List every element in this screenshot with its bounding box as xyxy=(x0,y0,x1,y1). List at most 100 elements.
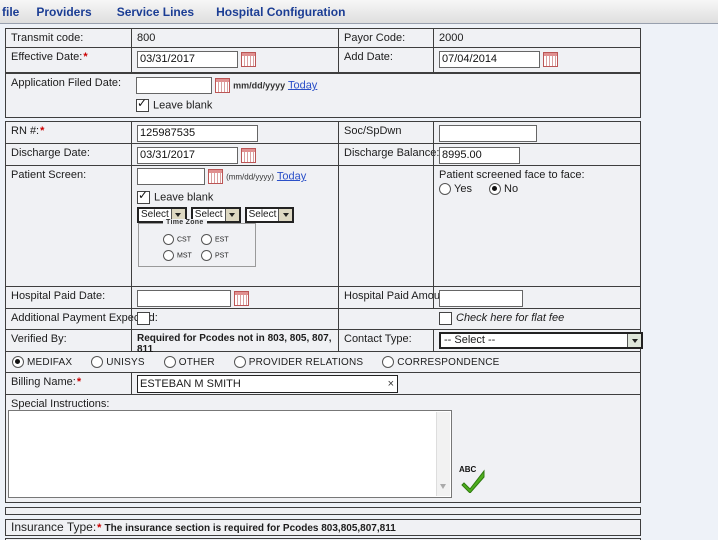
payor-code-value: 2000 xyxy=(433,29,640,47)
patient-screen-date-input[interactable] xyxy=(137,168,205,185)
flat-fee-label: Check here for flat fee xyxy=(456,312,564,324)
payor-code-label: Payor Code: xyxy=(338,29,433,47)
textarea-scrollbar[interactable] xyxy=(436,412,450,496)
contact-type-select[interactable]: -- Select -- xyxy=(439,332,643,349)
date-format-hint: (mm/dd/yyyy) xyxy=(226,172,274,181)
menu-providers[interactable]: Providers xyxy=(36,5,91,19)
source-option-correspondence[interactable]: CORRESPONDENCE xyxy=(382,356,499,368)
application-filed-date-input[interactable] xyxy=(136,77,212,94)
effective-date-input[interactable]: 03/31/2017 xyxy=(137,51,238,68)
soc-spdwn-input[interactable] xyxy=(439,125,537,142)
hospital-paid-row: Hospital Paid Date: Hospital Paid Amount… xyxy=(6,287,640,309)
required-marker: * xyxy=(40,125,44,137)
spacer-band xyxy=(5,507,641,515)
menu-file[interactable]: file xyxy=(2,5,19,19)
empty-cell xyxy=(338,166,433,286)
time-zone-fieldset: Time Zone CST EST MST PST xyxy=(138,223,256,267)
chevron-down-icon xyxy=(278,209,292,221)
radio-icon[interactable] xyxy=(91,356,103,368)
billing-name-input[interactable]: ESTEBAN M SMITH × xyxy=(137,375,398,393)
timezone-option-mst[interactable]: MST xyxy=(163,250,192,261)
timezone-option-est[interactable]: EST xyxy=(201,234,229,245)
chevron-down-icon xyxy=(627,334,641,347)
verified-by-note: Required for Pcodes not in 803, 805, 807… xyxy=(131,330,338,351)
required-marker: * xyxy=(77,376,81,388)
spellcheck-icon[interactable]: ABC xyxy=(459,465,489,497)
source-option-medifax[interactable]: MEDIFAX xyxy=(12,356,72,368)
rn-label: RN #:* xyxy=(6,122,131,143)
menu-service-lines[interactable]: Service Lines xyxy=(117,5,194,19)
radio-icon[interactable] xyxy=(439,183,451,195)
additional-payment-checkbox[interactable] xyxy=(137,312,150,325)
special-instructions-label: Special Instructions: xyxy=(11,398,109,410)
required-marker: * xyxy=(83,51,87,63)
calendar-icon[interactable] xyxy=(234,291,249,306)
flat-fee-option: Check here for flat fee xyxy=(439,312,564,324)
rn-row: RN #:* 125987535 Soc/SpDwn xyxy=(6,122,640,144)
leave-blank-checkbox[interactable]: ✓ xyxy=(136,99,149,112)
effective-date-label: Effective Date:* xyxy=(6,48,131,72)
hospital-paid-date-input[interactable] xyxy=(137,290,231,307)
menu-bar: file Providers Service Lines Hospital Co… xyxy=(0,0,718,24)
billing-name-row: Billing Name:* ESTEBAN M SMITH × xyxy=(6,373,640,395)
source-option-unisys[interactable]: UNISYS xyxy=(91,356,144,368)
clear-input-icon[interactable]: × xyxy=(387,378,395,390)
timezone-option-pst[interactable]: PST xyxy=(201,250,229,261)
add-date-input[interactable]: 07/04/2014 xyxy=(439,51,540,68)
calendar-icon[interactable] xyxy=(241,148,256,163)
calendar-icon[interactable] xyxy=(241,52,256,67)
radio-icon[interactable] xyxy=(12,356,24,368)
soc-spdwn-label: Soc/SpDwn xyxy=(338,122,433,143)
verified-by-row: Verified By: Required for Pcodes not in … xyxy=(6,330,640,352)
radio-icon[interactable] xyxy=(201,234,212,245)
codes-dates-section: Transmit code: 800 Payor Code: 2000 Effe… xyxy=(5,28,641,73)
radio-icon[interactable] xyxy=(382,356,394,368)
radio-icon[interactable] xyxy=(163,234,174,245)
insurance-type-label: Insurance Type: xyxy=(11,520,96,534)
date-format-hint: mm/dd/yyyy xyxy=(233,80,285,90)
screened-option-no[interactable]: No xyxy=(489,183,518,195)
timezone-option-cst[interactable]: CST xyxy=(163,234,191,245)
calendar-icon[interactable] xyxy=(543,52,558,67)
additional-payment-row: Additional Payment Expected: Check here … xyxy=(6,309,640,330)
radio-icon[interactable] xyxy=(234,356,246,368)
special-instructions-row: Special Instructions: ABC xyxy=(6,395,640,504)
hospital-paid-amount-input[interactable] xyxy=(439,290,523,307)
source-option-other[interactable]: OTHER xyxy=(164,356,215,368)
special-instructions-textarea[interactable] xyxy=(8,410,452,498)
hospital-paid-date-label: Hospital Paid Date: xyxy=(6,287,131,308)
calendar-icon[interactable] xyxy=(215,78,230,93)
menu-hospital-configuration[interactable]: Hospital Configuration xyxy=(216,5,345,19)
radio-icon[interactable] xyxy=(489,183,501,195)
leave-blank-label: Leave blank xyxy=(154,191,213,203)
screen-select-3[interactable]: Select xyxy=(245,207,295,223)
patient-screen-row: Patient Screen: (mm/dd/yyyy) Today ✓Leav… xyxy=(6,166,640,287)
main-form-section: RN #:* 125987535 Soc/SpDwn Discharge Dat… xyxy=(5,121,641,503)
hospital-paid-amount-label: Hospital Paid Amount: xyxy=(338,287,433,308)
rn-number-input[interactable]: 125987535 xyxy=(137,125,258,142)
verified-by-label: Verified By: xyxy=(6,330,131,351)
radio-icon[interactable] xyxy=(163,250,174,261)
discharge-date-input[interactable]: 03/31/2017 xyxy=(137,147,238,164)
source-options-row: MEDIFAX UNISYS OTHER PROVIDER RELATIONS … xyxy=(6,352,640,373)
chevron-down-icon xyxy=(225,209,239,221)
screened-option-yes[interactable]: Yes xyxy=(439,183,472,195)
flat-fee-checkbox[interactable] xyxy=(439,312,452,325)
leave-blank-checkbox[interactable]: ✓ xyxy=(137,191,150,204)
insurance-note: The insurance section is required for Pc… xyxy=(105,523,396,534)
add-date-label: Add Date: xyxy=(338,48,433,72)
discharge-balance-label: Discharge Balance:* xyxy=(338,144,433,165)
calendar-icon[interactable] xyxy=(208,169,223,184)
today-link[interactable]: Today xyxy=(277,170,306,182)
today-link[interactable]: Today xyxy=(288,79,317,91)
discharge-row: Discharge Date: 03/31/2017 Discharge Bal… xyxy=(6,144,640,166)
radio-icon[interactable] xyxy=(164,356,176,368)
source-option-provider-relations[interactable]: PROVIDER RELATIONS xyxy=(234,356,364,368)
discharge-balance-input[interactable]: 8995.00 xyxy=(439,147,520,164)
radio-icon[interactable] xyxy=(201,250,212,261)
patient-screened-label: Patient screened face to face: xyxy=(439,169,640,181)
required-marker: * xyxy=(97,522,101,534)
contact-type-label: Contact Type: xyxy=(338,330,433,351)
effective-add-date-row: Effective Date:* 03/31/2017 Add Date: 07… xyxy=(6,48,640,72)
time-zone-legend: Time Zone xyxy=(163,219,207,226)
